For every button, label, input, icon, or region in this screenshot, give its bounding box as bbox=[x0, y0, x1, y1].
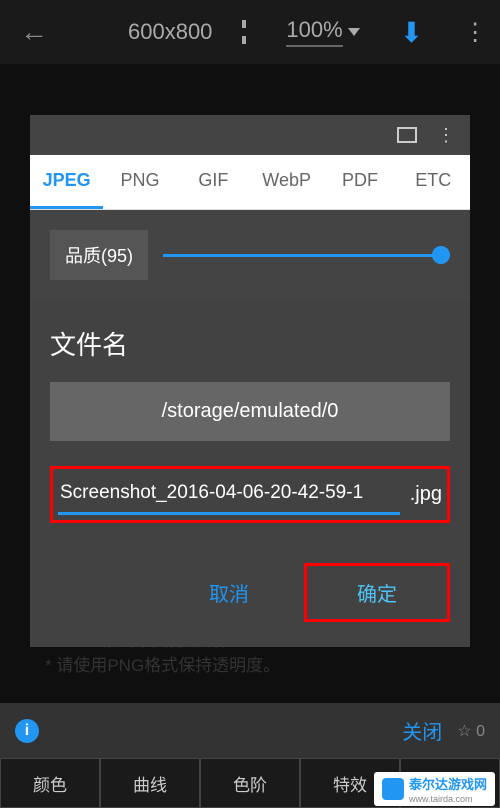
watermark-logo-icon bbox=[382, 778, 404, 800]
tab-pdf[interactable]: PDF bbox=[323, 155, 396, 209]
tab-webp[interactable]: WebP bbox=[250, 155, 323, 209]
panel-header: ⋮ bbox=[30, 115, 470, 155]
info-bar: i 关闭 ☆ 0 bbox=[0, 703, 500, 758]
panel-more-icon[interactable]: ⋮ bbox=[437, 125, 455, 146]
tab-etc[interactable]: ETC bbox=[397, 155, 470, 209]
confirm-button[interactable]: 确定 bbox=[304, 563, 450, 622]
watermark-url: www.tairda.com bbox=[409, 794, 487, 804]
tab-png[interactable]: PNG bbox=[103, 155, 176, 209]
close-button[interactable]: 关闭 bbox=[402, 716, 442, 745]
more-icon[interactable]: ⋮ bbox=[463, 18, 487, 47]
info-icon[interactable]: i bbox=[15, 719, 39, 743]
dialog-buttons: 取消 确定 bbox=[50, 563, 450, 622]
cancel-button[interactable]: 取消 bbox=[169, 563, 289, 622]
top-toolbar: ← 600x800 100% ⬇ ⋮ bbox=[0, 0, 500, 64]
tool-color[interactable]: 颜色 bbox=[0, 758, 100, 808]
tab-gif[interactable]: GIF bbox=[177, 155, 250, 209]
filename-dialog: 文件名 /storage/emulated/0 .jpg 取消 确定 bbox=[30, 300, 470, 647]
fullscreen-icon[interactable] bbox=[242, 20, 246, 44]
image-size-label: 600x800 bbox=[128, 19, 212, 45]
quality-button[interactable]: 品质(95) bbox=[50, 230, 148, 280]
tab-jpeg[interactable]: JPEG bbox=[30, 155, 103, 209]
note-line2: * 请使用PNG格式保持透明度。 bbox=[45, 653, 455, 679]
path-button[interactable]: /storage/emulated/0 bbox=[50, 382, 450, 441]
tool-levels[interactable]: 色阶 bbox=[200, 758, 300, 808]
image-icon[interactable] bbox=[397, 127, 417, 143]
quality-slider[interactable] bbox=[163, 254, 450, 257]
zoom-dropdown[interactable]: 100% bbox=[286, 17, 359, 47]
filename-input[interactable] bbox=[58, 474, 400, 515]
watermark-name: 泰尔达游戏网 bbox=[409, 777, 487, 792]
slider-thumb[interactable] bbox=[432, 246, 450, 264]
dialog-title: 文件名 bbox=[50, 325, 450, 362]
tool-curves[interactable]: 曲线 bbox=[100, 758, 200, 808]
download-icon[interactable]: ⬇ bbox=[400, 16, 423, 49]
watermark: 泰尔达游戏网 www.tairda.com bbox=[374, 772, 495, 806]
format-tabs: JPEG PNG GIF WebP PDF ETC bbox=[30, 155, 470, 210]
back-icon[interactable]: ← bbox=[20, 16, 48, 48]
extension-label: .jpg bbox=[410, 483, 442, 506]
filename-row: .jpg bbox=[50, 466, 450, 523]
quality-row: 品质(95) bbox=[30, 210, 470, 300]
star-badge[interactable]: ☆ 0 bbox=[457, 721, 485, 741]
